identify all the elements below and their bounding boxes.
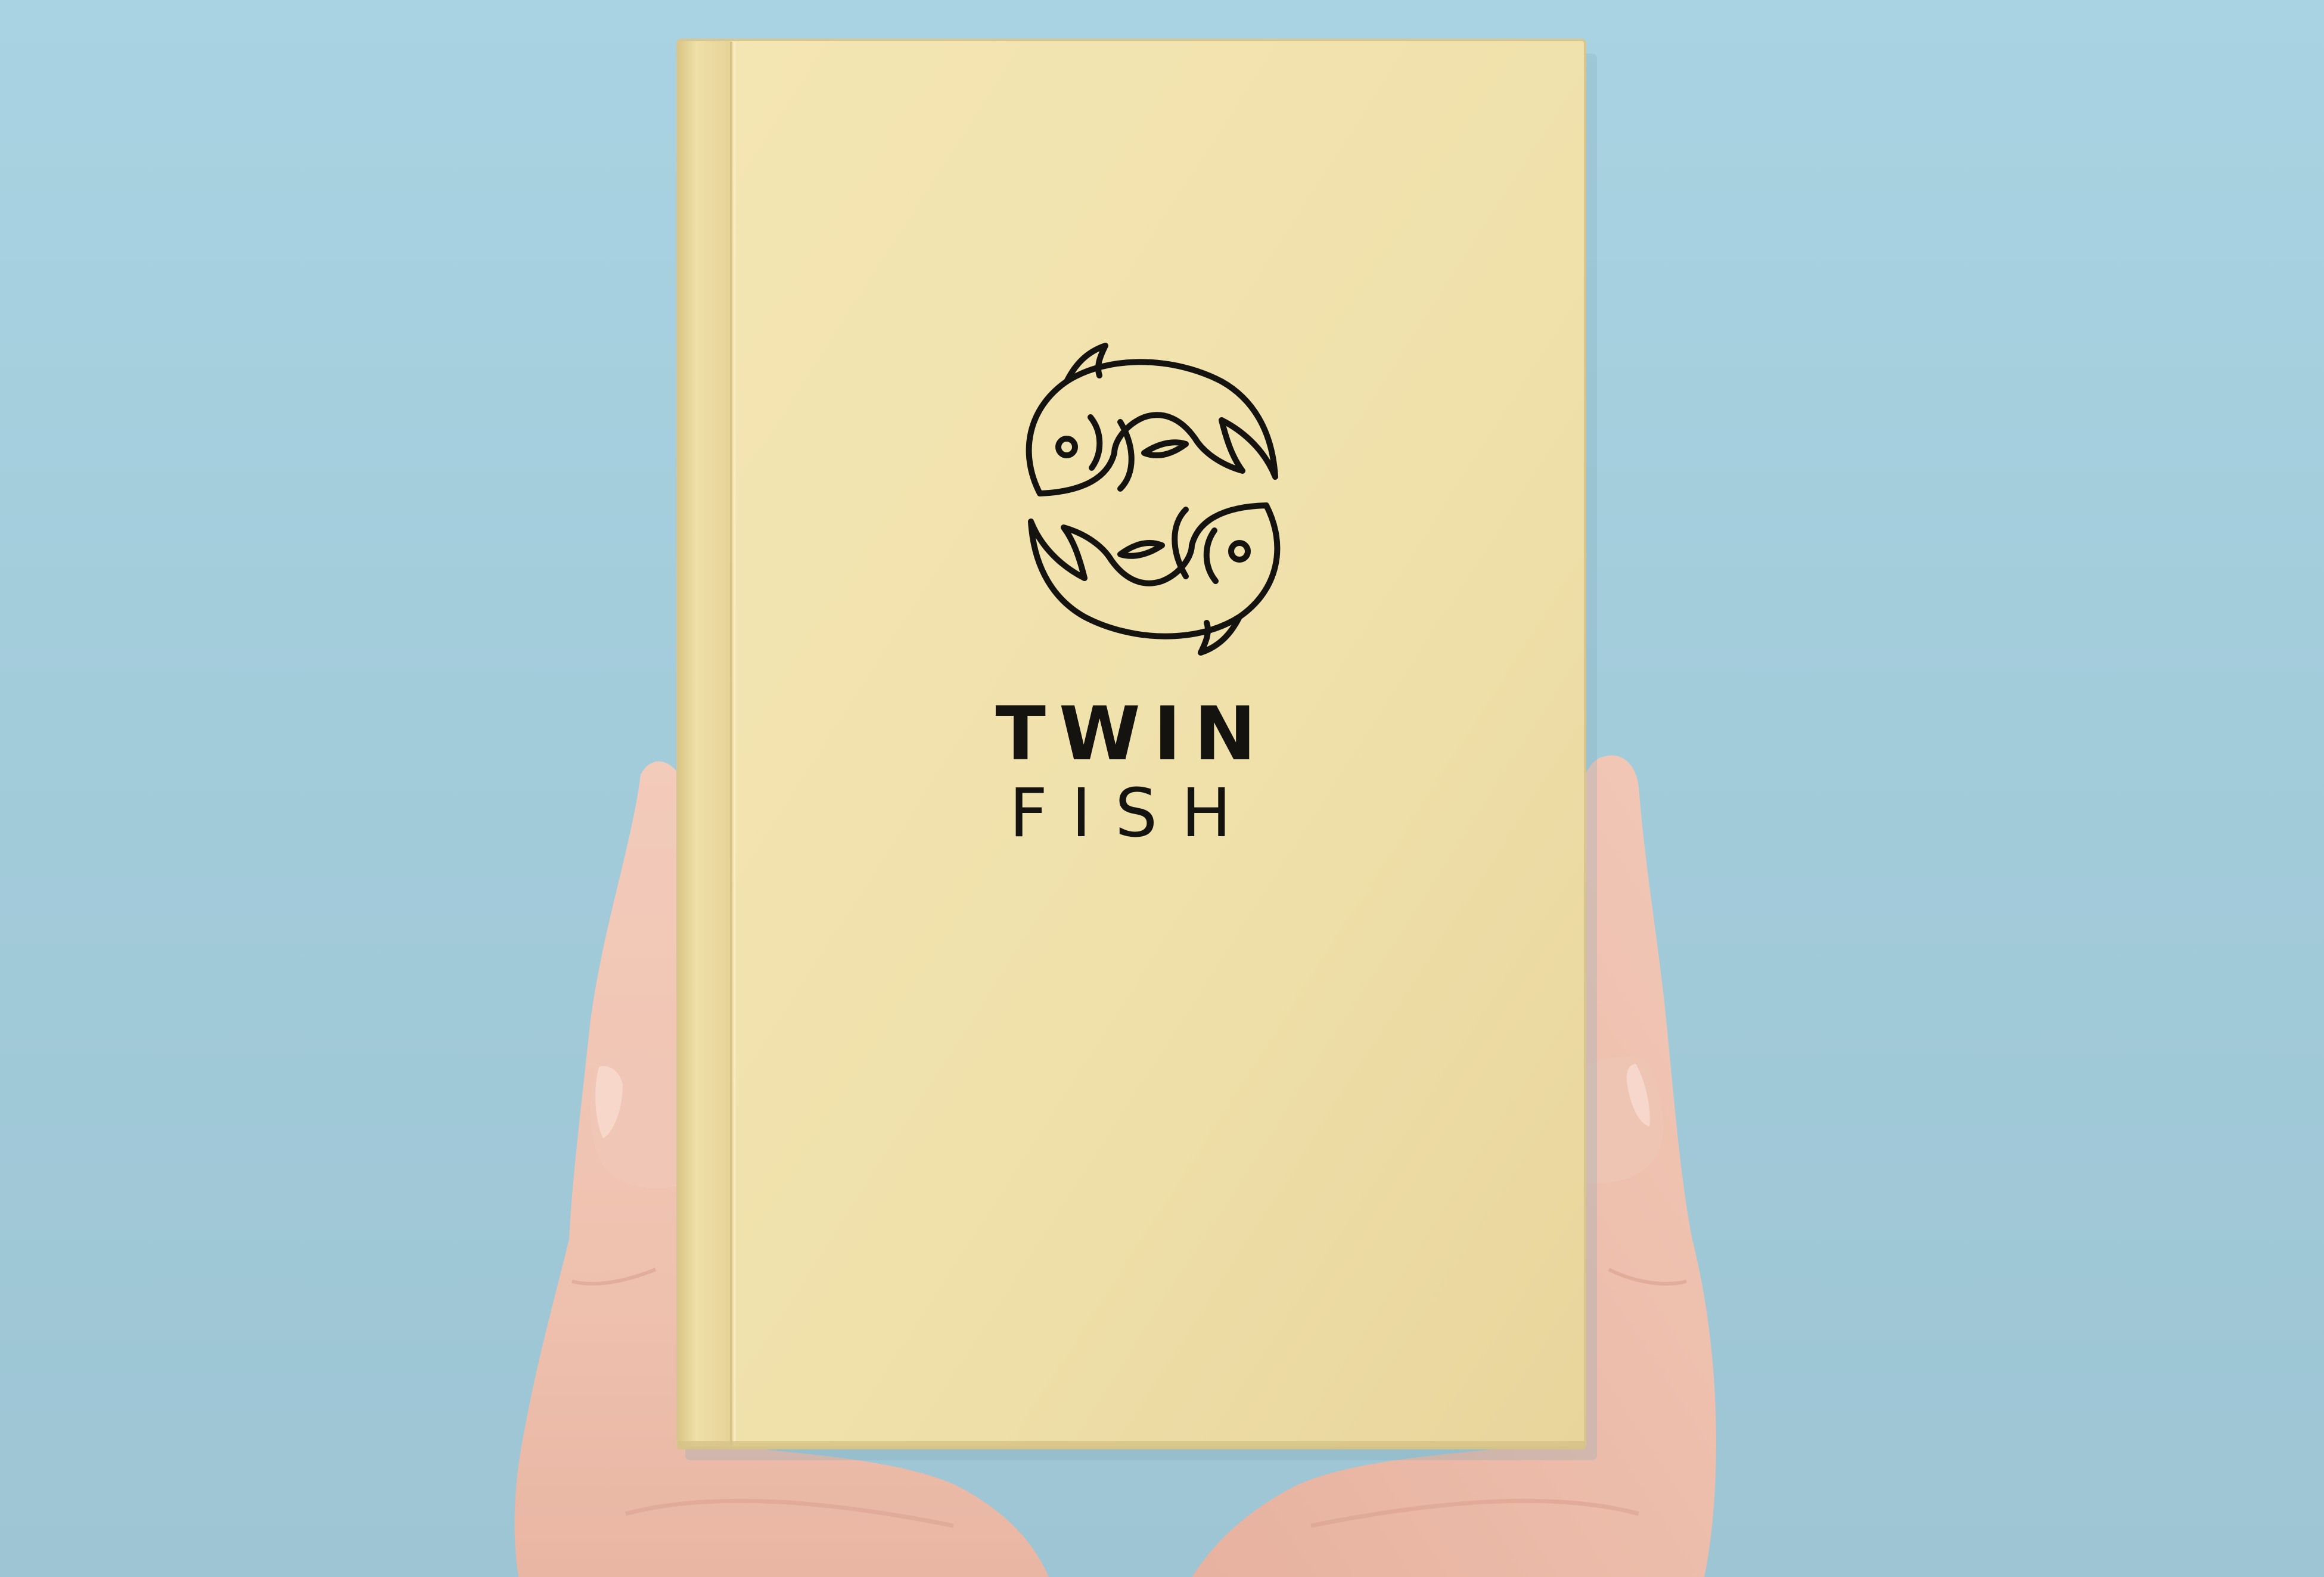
logo-wordmark-line1: TWIN	[995, 691, 1269, 777]
photo-scene: TWIN FISH	[0, 0, 2324, 1577]
book-spine	[678, 40, 731, 1448]
logo-wordmark-line2: FISH	[1009, 775, 1256, 852]
